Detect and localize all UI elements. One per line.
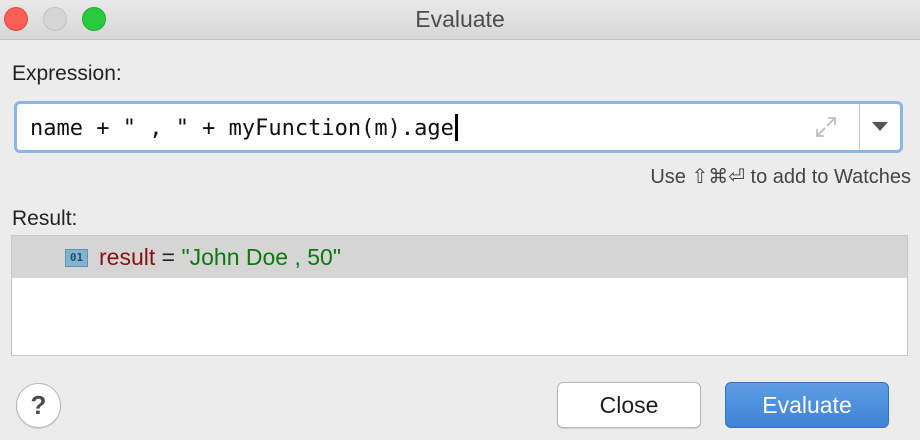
close-button[interactable]: Close: [557, 382, 701, 428]
result-row[interactable]: 01 result = "John Doe , 50": [12, 236, 907, 278]
text-caret: [454, 114, 458, 141]
result-equals: =: [155, 244, 182, 270]
expression-text[interactable]: name + " , " + myFunction(m).age: [30, 114, 458, 141]
result-label: Result:: [12, 207, 78, 230]
expression-input[interactable]: name + " , " + myFunction(m).age: [14, 101, 903, 153]
result-name: result: [99, 244, 156, 270]
result-entry: result = "John Doe , 50": [99, 244, 341, 271]
expression-label: Expression:: [12, 62, 122, 85]
window-title: Evaluate: [415, 6, 505, 32]
expression-value: name + " , " + myFunction(m).age: [30, 116, 454, 141]
history-dropdown-button[interactable]: [860, 104, 900, 150]
title-bar: Evaluate: [0, 0, 920, 40]
add-to-watches-hint: Use ⇧⌘⏎ to add to Watches: [650, 166, 911, 188]
chevron-down-icon: [872, 122, 888, 131]
result-value: "John Doe , 50": [181, 244, 342, 270]
primitive-type-icon: 01: [65, 249, 88, 267]
evaluate-button[interactable]: Evaluate: [725, 382, 889, 428]
help-button[interactable]: ?: [16, 383, 61, 428]
result-tree[interactable]: 01 result = "John Doe , 50": [11, 235, 908, 356]
expand-icon[interactable]: [813, 114, 839, 140]
